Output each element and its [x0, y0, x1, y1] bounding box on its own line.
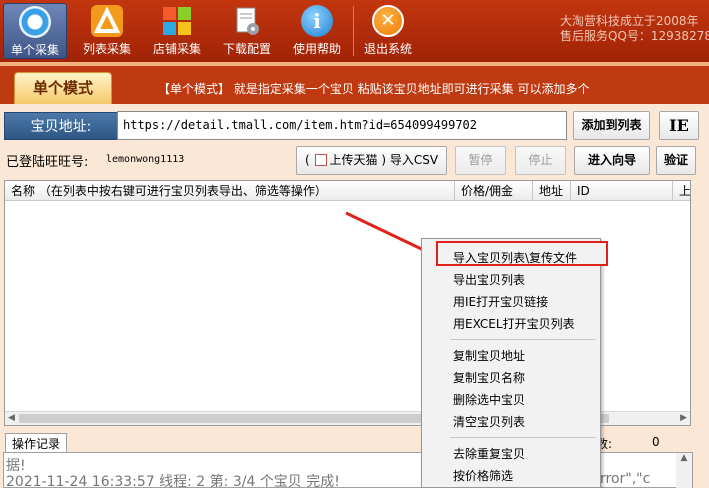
log-line-tail: rror","c: [600, 471, 651, 487]
add-to-list-button[interactable]: 添加到列表: [573, 111, 650, 140]
table-header: 名称 （在列表中按右键可进行宝贝列表导出、筛选等操作） 价格/佣金 地址 ID …: [5, 181, 690, 201]
toolbar-help[interactable]: i 使用帮助: [285, 3, 349, 59]
stop-button[interactable]: 停止: [515, 146, 566, 175]
toolbar-shop-collect[interactable]: 店铺采集: [145, 3, 209, 59]
import-csv-button[interactable]: 导入CSV: [390, 153, 438, 167]
log-tab[interactable]: 操作记录: [5, 433, 67, 453]
menu-item-open-excel[interactable]: 用EXCEL打开宝贝列表: [453, 315, 575, 332]
login-label: 已登陆旺旺号:: [6, 155, 89, 170]
menu-item-import-list[interactable]: 导入宝贝列表\复传文件: [453, 249, 577, 266]
toolbar-download-config[interactable]: 下载配置: [215, 3, 279, 59]
single-collect-icon: [19, 6, 51, 38]
column-name[interactable]: 名称 （在列表中按右键可进行宝贝列表导出、筛选等操作）: [5, 181, 455, 201]
upload-tmall-checkbox[interactable]: [315, 154, 328, 166]
main-toolbar: 单个采集 列表采集 店铺采集 下载配置 i 使用帮助 ✕ 退出系统 大淘营科技成…: [0, 0, 709, 62]
menu-item-filter-price[interactable]: 按价格筛选: [453, 467, 513, 484]
menu-item-copy-name[interactable]: 复制宝贝名称: [453, 369, 525, 386]
context-menu: 导入宝贝列表\复传文件 导出宝贝列表 用IE打开宝贝链接 用EXCEL打开宝贝列…: [421, 238, 608, 488]
toolbar-single-collect[interactable]: 单个采集: [3, 3, 67, 59]
count-value: 0: [652, 435, 660, 449]
toolbar-separator: [353, 6, 354, 56]
pause-button[interactable]: 暂停: [455, 146, 506, 175]
menu-separator: [450, 339, 596, 340]
column-address[interactable]: 地址: [533, 181, 571, 201]
download-config-icon: [231, 5, 263, 37]
menu-item-open-ie[interactable]: 用IE打开宝贝链接: [453, 293, 548, 310]
login-value: lemonwong1113: [106, 154, 185, 165]
menu-item-export-list[interactable]: 导出宝贝列表: [453, 271, 525, 288]
scroll-right-icon[interactable]: ▶: [680, 413, 687, 423]
menu-item-delete-selected[interactable]: 删除选中宝贝: [453, 391, 525, 408]
upload-import-group: ( 上传天猫 ) 导入CSV: [296, 146, 447, 175]
help-icon: i: [301, 5, 333, 37]
mode-description: 【单个模式】 就是指定采集一个宝贝 粘贴该宝贝地址即可进行采集 可以添加多个: [158, 82, 590, 96]
log-vertical-scrollbar[interactable]: ▲: [676, 453, 692, 488]
menu-separator: [450, 437, 596, 438]
shop-collect-icon: [161, 5, 193, 37]
column-price[interactable]: 价格/佣金: [455, 181, 533, 201]
scroll-left-icon[interactable]: ◀: [8, 413, 15, 423]
toolbar-exit[interactable]: ✕ 退出系统: [356, 3, 420, 59]
column-id[interactable]: ID: [571, 181, 673, 201]
wizard-button[interactable]: 进入向导: [574, 146, 650, 175]
log-line: 2021-11-24 16:33:57 线程: 2 第: 3/4 个宝贝 完成!: [6, 474, 340, 488]
upload-tmall-label[interactable]: 上传天猫: [329, 153, 377, 167]
exit-icon: ✕: [372, 5, 404, 37]
column-upload[interactable]: 上传: [673, 181, 690, 201]
ie-button[interactable]: IE: [659, 111, 699, 140]
brand-info: 大淘营科技成立于2008年 售后服务QQ号：12938278: [560, 14, 709, 43]
mode-bar: 单个模式 【单个模式】 就是指定采集一个宝贝 粘贴该宝贝地址即可进行采集 可以添…: [0, 62, 709, 104]
url-label: 宝贝地址:: [4, 112, 118, 140]
tab-single-mode[interactable]: 单个模式: [14, 72, 112, 104]
url-input[interactable]: https://detail.tmall.com/item.htm?id=654…: [117, 111, 567, 140]
verify-button[interactable]: 验证: [656, 146, 696, 175]
list-collect-icon: [91, 5, 123, 37]
menu-item-clear-list[interactable]: 清空宝贝列表: [453, 413, 525, 430]
menu-item-remove-duplicates[interactable]: 去除重复宝贝: [453, 445, 525, 462]
menu-item-copy-url[interactable]: 复制宝贝地址: [453, 347, 525, 364]
toolbar-list-collect[interactable]: 列表采集: [75, 3, 139, 59]
